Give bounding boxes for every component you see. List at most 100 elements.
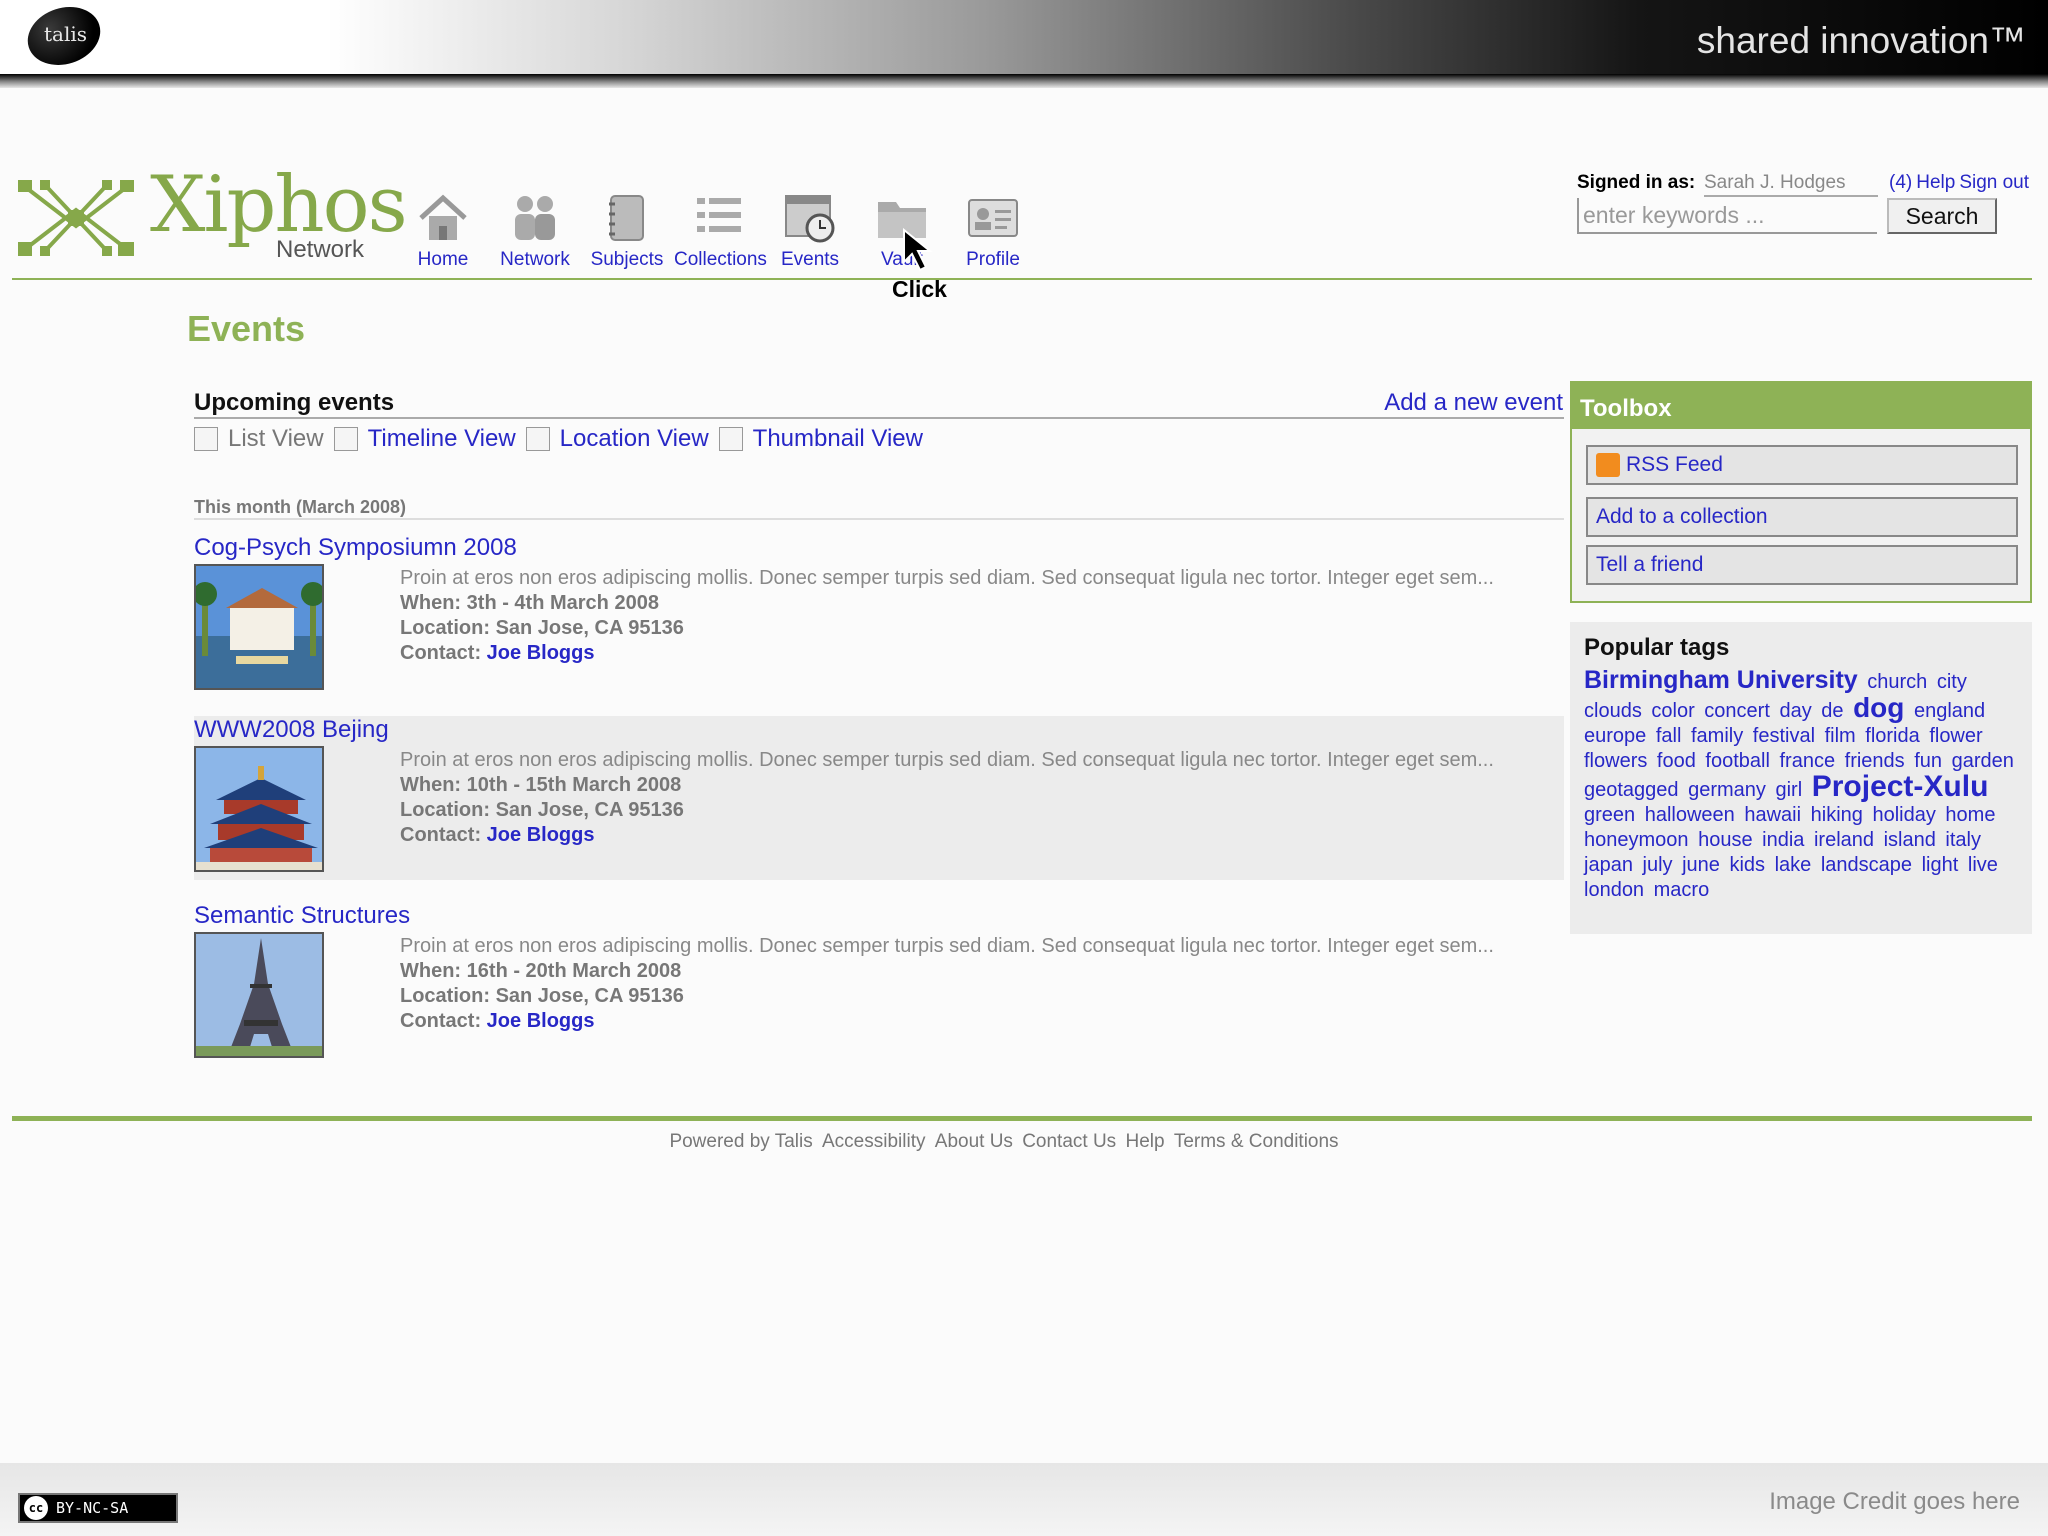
tag-link[interactable]: kids — [1729, 854, 1765, 876]
footer-contact-us[interactable]: Contact Us — [1022, 1131, 1116, 1152]
footer-help[interactable]: Help — [1125, 1131, 1164, 1152]
location-view-icon — [525, 427, 550, 451]
event-title-link[interactable]: Cog-Psych Symposiumn 2008 — [194, 534, 517, 562]
tag-link[interactable]: italy — [1945, 829, 1981, 851]
footer-terms[interactable]: Terms & Conditions — [1174, 1131, 1339, 1152]
talis-logo-text: talis — [44, 22, 88, 46]
nav-network[interactable]: Network — [490, 192, 580, 271]
tag-link[interactable]: florida — [1865, 725, 1919, 747]
footer-accessibility[interactable]: Accessibility — [822, 1131, 925, 1152]
messages-link[interactable]: (4) — [1889, 172, 1912, 193]
nav-home[interactable]: Home — [398, 192, 488, 271]
tag-link[interactable]: germany — [1688, 779, 1766, 801]
tag-link[interactable]: japan — [1584, 854, 1633, 876]
tag-link[interactable]: honeymoon — [1584, 829, 1689, 851]
add-to-collection-button[interactable]: Add to a collection — [1586, 497, 2018, 537]
tag-link[interactable]: city — [1937, 671, 1967, 693]
location-value: San Jose, CA 95136 — [495, 799, 684, 821]
tag-link[interactable]: girl — [1775, 779, 1802, 801]
tag-link[interactable]: hawaii — [1744, 804, 1801, 826]
event-thumbnail[interactable] — [194, 932, 324, 1058]
event-thumbnail[interactable] — [194, 564, 324, 690]
tag-link[interactable]: church — [1867, 671, 1927, 693]
signed-in-user[interactable]: Sarah J. Hodges — [1704, 172, 1846, 194]
tag-link[interactable]: london — [1584, 879, 1644, 901]
tag-link[interactable]: clouds — [1584, 700, 1642, 722]
xiphos-logo-mark[interactable] — [16, 176, 136, 260]
event-title-link[interactable]: WWW2008 Bejing — [194, 716, 389, 744]
tag-link[interactable]: fun — [1914, 750, 1942, 772]
tag-link[interactable]: family — [1691, 725, 1743, 747]
nav-events[interactable]: Events — [765, 192, 855, 271]
event-location: Location: San Jose, CA 95136 — [400, 798, 1530, 823]
tag-link[interactable]: football — [1705, 750, 1770, 772]
tag-link[interactable]: green — [1584, 804, 1635, 826]
location-view-option[interactable]: Location View — [525, 425, 709, 453]
footer-powered-by[interactable]: Powered by Talis — [669, 1131, 812, 1152]
tell-a-friend-button[interactable]: Tell a friend — [1586, 545, 2018, 585]
tag-link[interactable]: house — [1698, 829, 1753, 851]
tag-link[interactable]: june — [1682, 854, 1720, 876]
when-label: When: — [400, 592, 462, 614]
event-item: Cog-Psych Symposiumn 2008 Proin at eros … — [194, 534, 1564, 694]
tag-link[interactable]: halloween — [1645, 804, 1735, 826]
nav-collections[interactable]: Collections — [674, 192, 767, 271]
search-input[interactable] — [1577, 198, 1877, 234]
event-contact: Contact: Joe Bloggs — [400, 823, 1530, 848]
event-description: Proin at eros non eros adipiscing mollis… — [400, 749, 1494, 771]
event-thumbnail[interactable] — [194, 746, 324, 872]
nav-profile[interactable]: Profile — [948, 192, 1038, 271]
tag-link[interactable]: food — [1657, 750, 1696, 772]
tag-link[interactable]: july — [1643, 854, 1673, 876]
event-when: When: 10th - 15th March 2008 — [400, 773, 1530, 798]
contact-link[interactable]: Joe Bloggs — [487, 824, 595, 846]
rss-feed-button[interactable]: RSS Feed — [1586, 445, 2018, 486]
tag-link[interactable]: home — [1945, 804, 1995, 826]
tag-link[interactable]: day — [1779, 700, 1811, 722]
contact-link[interactable]: Joe Bloggs — [487, 642, 595, 664]
search-button[interactable]: Search — [1887, 198, 1997, 234]
tag-link[interactable]: de — [1821, 700, 1843, 722]
tag-link[interactable]: ireland — [1814, 829, 1874, 851]
tag-link[interactable]: dog — [1853, 692, 1904, 723]
sign-out-link[interactable]: Sign out — [1959, 172, 2029, 193]
tag-link[interactable]: island — [1884, 829, 1936, 851]
tag-link[interactable]: france — [1779, 750, 1835, 772]
tag-link[interactable]: landscape — [1821, 854, 1912, 876]
tag-link[interactable]: friends — [1845, 750, 1905, 772]
when-label: When: — [400, 774, 462, 796]
tag-link[interactable]: flower — [1929, 725, 1982, 747]
tag-link[interactable]: holiday — [1872, 804, 1935, 826]
tag-link[interactable]: lake — [1775, 854, 1812, 876]
tag-link[interactable]: concert — [1704, 700, 1770, 722]
help-link[interactable]: Help — [1916, 172, 1955, 193]
tag-link[interactable]: hiking — [1811, 804, 1863, 826]
tag-link[interactable]: Project-Xulu — [1812, 770, 1989, 803]
tag-link[interactable]: macro — [1654, 879, 1710, 901]
tag-link[interactable]: Birmingham University — [1584, 666, 1858, 694]
toolbox-title: Toolbox — [1572, 383, 2030, 429]
thumbnail-view-option[interactable]: Thumbnail View — [718, 425, 923, 453]
when-value: 3th - 4th March 2008 — [466, 592, 659, 614]
contact-link[interactable]: Joe Bloggs — [487, 1010, 595, 1032]
list-view-option[interactable]: List View — [194, 425, 324, 453]
tag-link[interactable]: light — [1922, 854, 1959, 876]
tag-link[interactable]: fall — [1656, 725, 1682, 747]
tag-link[interactable]: india — [1762, 829, 1804, 851]
timeline-view-option[interactable]: Timeline View — [333, 425, 516, 453]
tag-link[interactable]: flowers — [1584, 750, 1647, 772]
xiphos-logo-word[interactable]: Xiphos — [150, 166, 408, 244]
tag-link[interactable]: festival — [1753, 725, 1815, 747]
tag-link[interactable]: live — [1968, 854, 1998, 876]
tag-link[interactable]: color — [1651, 700, 1694, 722]
tag-link[interactable]: garden — [1952, 750, 2014, 772]
tag-link[interactable]: geotagged — [1584, 779, 1679, 801]
tag-link[interactable]: england — [1914, 700, 1985, 722]
banner-tagline: shared innovation™ — [1696, 20, 2026, 61]
tag-link[interactable]: europe — [1584, 725, 1646, 747]
tag-link[interactable]: film — [1825, 725, 1856, 747]
nav-subjects[interactable]: Subjects — [582, 192, 672, 271]
add-event-link[interactable]: Add a new event — [1384, 389, 1563, 417]
footer-about-us[interactable]: About Us — [935, 1131, 1013, 1152]
event-title-link[interactable]: Semantic Structures — [194, 902, 410, 930]
